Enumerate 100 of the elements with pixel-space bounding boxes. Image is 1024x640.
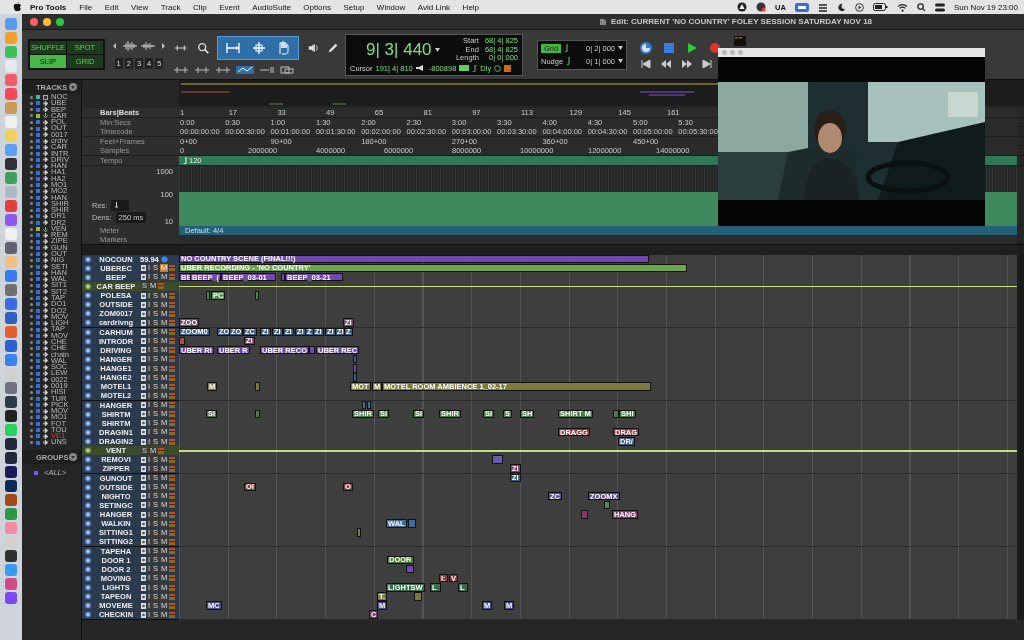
go-to-end-icon[interactable] [702,60,714,68]
menu-item[interactable]: Help [462,2,480,12]
record-icon[interactable] [141,493,146,500]
edit-option-icon[interactable] [259,65,275,74]
app-menu[interactable]: Pro Tools [30,2,67,12]
menu-item[interactable]: Avid Link [417,2,451,12]
record-icon[interactable] [141,548,146,555]
record-icon[interactable] [141,475,146,482]
waveform-icon[interactable] [140,40,156,52]
record-icon[interactable] [141,557,146,564]
record-icon[interactable] [141,392,146,399]
caret-icon[interactable] [618,46,623,50]
app-icon[interactable] [5,438,17,450]
record-icon[interactable] [141,611,146,618]
edit-option-icon[interactable] [215,65,231,74]
menu-icon[interactable] [69,453,77,461]
record-icon[interactable] [141,411,146,418]
menu-item[interactable]: Window [376,2,406,12]
record-icon[interactable] [141,456,146,463]
audio-clip[interactable] [353,364,357,373]
play-icon[interactable] [685,41,699,55]
menu-item[interactable]: Edit [104,2,119,12]
record-icon[interactable] [141,383,146,390]
link-icon[interactable] [236,65,254,74]
audio-clip[interactable] [406,564,414,574]
wifi-icon[interactable] [896,2,908,12]
record-icon[interactable] [141,402,146,409]
record-icon[interactable] [141,538,146,545]
record-icon[interactable] [141,301,146,308]
audio-clip[interactable] [362,400,366,410]
record-icon[interactable] [141,584,146,591]
record-icon[interactable] [141,420,146,427]
resolution-dropdown[interactable] [111,199,130,211]
close-icon[interactable] [30,17,38,26]
record-icon[interactable] [141,292,146,299]
audio-clip[interactable] [414,592,422,601]
menu-icon[interactable] [69,83,77,91]
record-icon[interactable] [141,365,146,372]
app-icon[interactable] [5,158,17,170]
note-icon[interactable] [472,64,478,72]
record-icon[interactable] [141,511,146,518]
record-icon[interactable] [141,593,146,600]
audio-clip[interactable] [581,510,588,519]
record-icon[interactable] [141,329,146,336]
apple-icon[interactable] [13,2,22,12]
audio-clip[interactable] [613,409,619,419]
minimize-icon[interactable] [43,17,51,26]
record-icon[interactable] [141,502,146,509]
video-window-icon[interactable] [734,36,746,46]
audio-clip[interactable] [281,272,285,282]
record-icon[interactable] [141,566,146,573]
caret-icon[interactable] [434,48,440,52]
audio-clip[interactable] [206,291,210,300]
record-icon[interactable] [141,338,146,345]
audio-clip[interactable] [353,354,357,364]
audio-clip[interactable] [255,382,260,391]
audio-clip[interactable] [492,455,503,464]
main-counter[interactable]: 9| 3| 440 [366,40,432,60]
trim-tool-icon[interactable] [223,40,242,55]
search-icon[interactable] [916,2,926,12]
record-icon[interactable] [141,265,146,272]
record-icon[interactable] [141,347,146,354]
app-icon[interactable] [5,480,17,492]
record-icon[interactable] [141,575,146,582]
audio-clip[interactable] [353,373,357,382]
menu-item[interactable]: File [79,2,93,12]
control-center-icon[interactable] [934,2,945,12]
play-icon[interactable] [854,2,864,12]
record-icon[interactable] [141,374,146,381]
app-icon[interactable] [5,410,17,422]
search-icon[interactable] [196,40,209,55]
menu-item[interactable]: View [131,2,149,12]
audio-clip[interactable] [604,500,610,510]
rewind-icon[interactable] [660,60,672,68]
status-icon[interactable] [737,2,748,12]
loop-icon[interactable] [639,41,653,55]
record-icon[interactable] [141,274,146,281]
waveform-icon[interactable] [122,40,138,52]
clock-icon[interactable] [494,64,502,72]
record-icon[interactable] [141,520,146,527]
audio-clip[interactable] [408,519,416,528]
app-icon[interactable] [5,466,17,478]
record-icon[interactable] [141,484,146,491]
go-to-start-icon[interactable] [639,60,651,68]
record-icon[interactable] [141,429,146,436]
menu-item[interactable]: Setup [343,2,365,12]
record-icon[interactable] [141,602,146,609]
menu-item[interactable]: AudioSuite [252,2,291,12]
status-icon[interactable] [756,2,767,12]
edit-option-icon[interactable] [173,65,189,74]
record-icon[interactable] [141,438,146,445]
zoom-icon[interactable] [56,17,64,26]
menu-item[interactable]: Track [160,2,181,12]
status-icon[interactable] [817,2,828,12]
edit-option-icon[interactable] [280,65,294,74]
edit-option-icon[interactable] [194,65,210,74]
app-icon[interactable] [5,452,17,464]
record-icon[interactable] [141,310,146,317]
audio-clip[interactable] [255,409,260,419]
caret-icon[interactable] [618,59,623,63]
